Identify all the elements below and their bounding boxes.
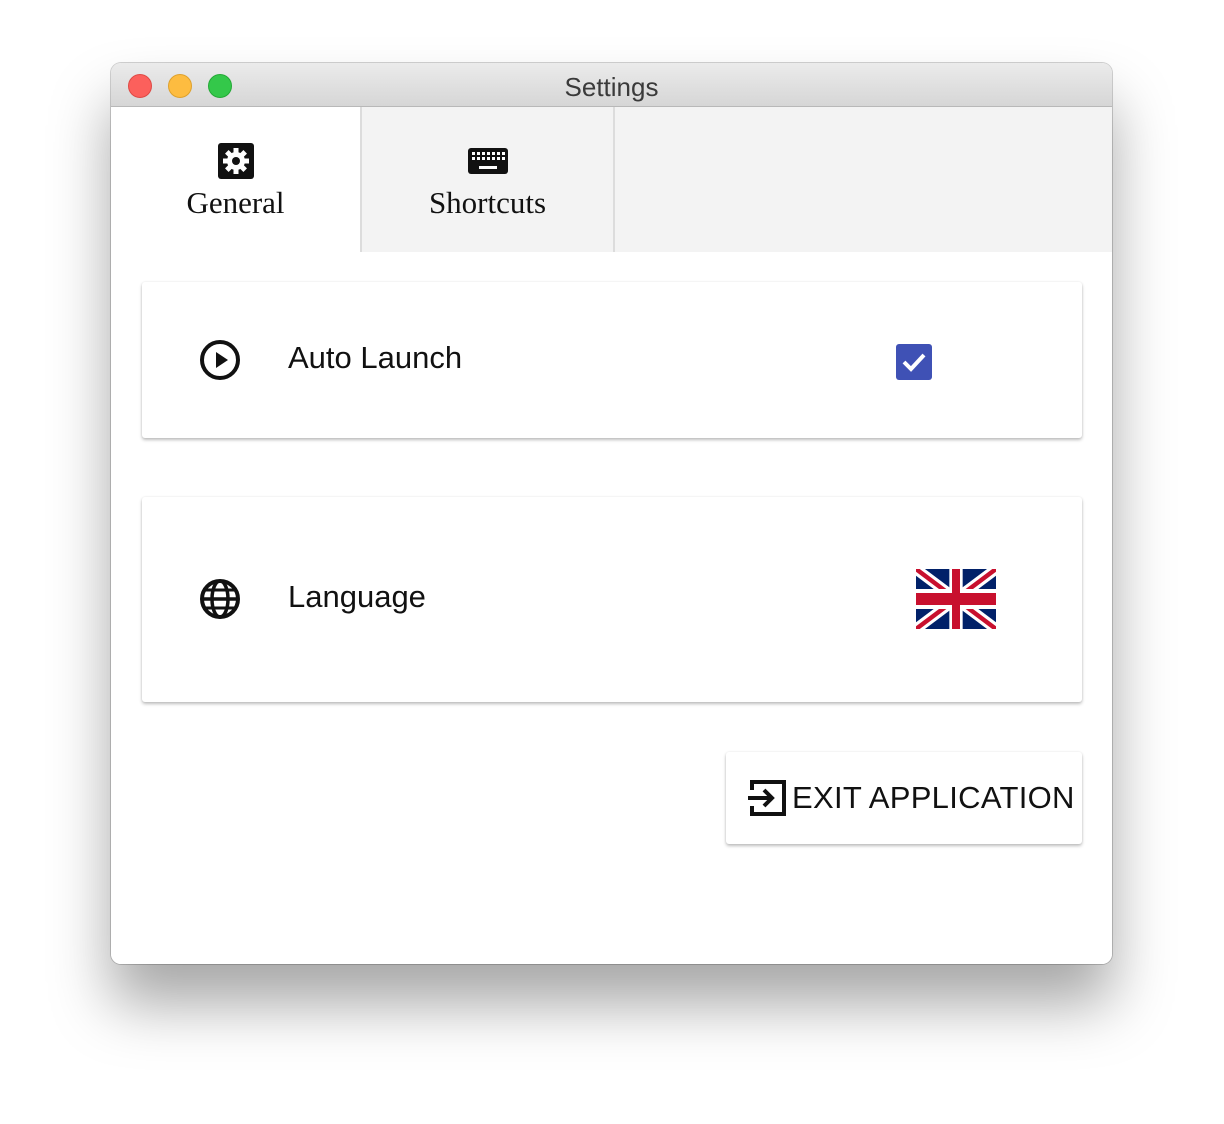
auto-launch-checkbox[interactable] — [896, 344, 932, 380]
gear-icon — [217, 143, 254, 179]
checkmark-icon — [902, 353, 926, 372]
auto-launch-card: Auto Launch — [142, 282, 1082, 438]
tab-general-label: General — [186, 185, 285, 220]
settings-window: Settings General Shortcuts Auto Launch L… — [111, 63, 1112, 964]
uk-flag-icon[interactable] — [916, 569, 996, 629]
tab-bar: General Shortcuts — [111, 107, 1112, 252]
window-title: Settings — [564, 72, 659, 102]
tab-general[interactable]: General — [111, 107, 362, 252]
language-label: Language — [288, 579, 426, 614]
title-bar[interactable]: Settings — [111, 63, 1112, 107]
keyboard-icon — [467, 148, 508, 174]
tab-shortcuts[interactable]: Shortcuts — [362, 107, 615, 252]
globe-icon — [200, 579, 240, 619]
play-circle-icon — [200, 340, 240, 380]
exit-icon — [748, 780, 786, 816]
auto-launch-label: Auto Launch — [288, 340, 463, 375]
exit-application-button[interactable]: EXIT APPLICATION — [726, 752, 1082, 844]
language-card: Language — [142, 497, 1082, 702]
exit-application-label: EXIT APPLICATION — [792, 780, 1075, 815]
tab-shortcuts-label: Shortcuts — [428, 185, 547, 220]
settings-content: Auto Launch Language EXIT APPLICATION — [111, 252, 1112, 964]
